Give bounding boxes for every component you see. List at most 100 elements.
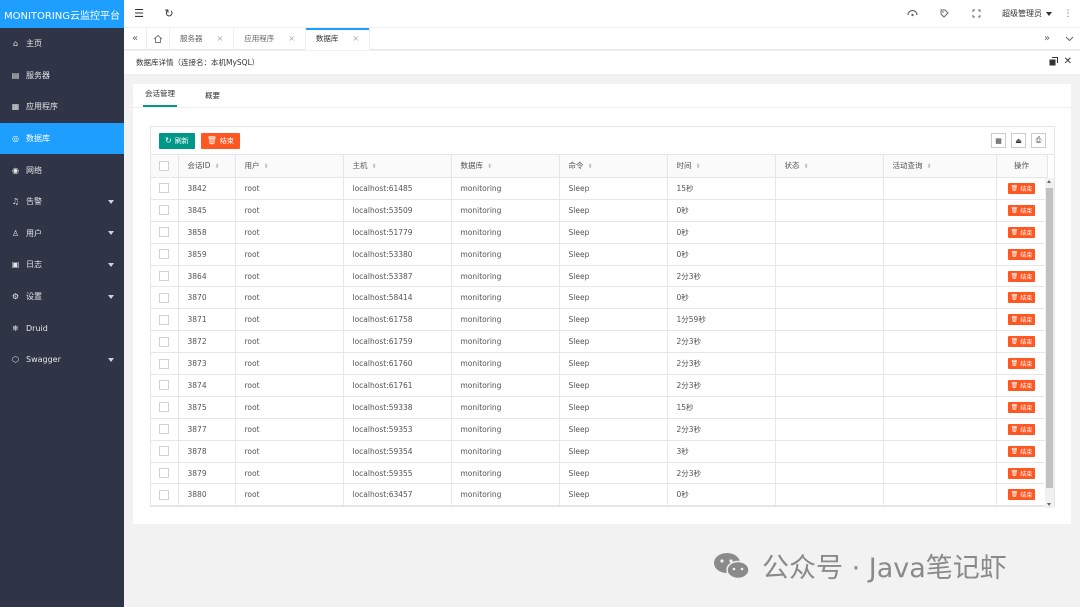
table-row[interactable]: 3875 root localhost:59338 monitoring Sleep 15…: [151, 396, 1048, 419]
row-checkbox[interactable]: [159, 489, 170, 500]
scroll-up-icon[interactable]: [1047, 180, 1051, 183]
theme-icon[interactable]: [896, 0, 928, 28]
row-checkbox[interactable]: [159, 424, 170, 435]
user-menu[interactable]: 超级管理员: [992, 8, 1056, 19]
kill-row-button[interactable]: 🗑 结束: [1007, 314, 1036, 326]
column-header-1[interactable]: 用户 ⬍: [235, 155, 344, 178]
page-tab-0[interactable]: 服务器 ×: [170, 27, 235, 50]
sidebar-item-4[interactable]: ◉ 网络: [0, 154, 124, 186]
sort-icon[interactable]: ⬍: [696, 163, 701, 170]
close-tab-icon[interactable]: ×: [288, 34, 295, 43]
row-checkbox[interactable]: [159, 380, 170, 391]
print-icon[interactable]: ⎙: [1031, 133, 1046, 148]
table-row[interactable]: 3870 root localhost:58414 monitoring Sleep 0秒…: [151, 286, 1048, 310]
sidebar-item-10[interactable]: ⬡ Swagger: [0, 344, 124, 376]
table-row[interactable]: 3873 root localhost:61760 monitoring Sleep 2分…: [151, 352, 1048, 376]
column-header-5[interactable]: 时间 ⬍: [667, 155, 776, 178]
row-checkbox[interactable]: [159, 314, 170, 325]
table-row[interactable]: 3859 root localhost:53380 monitoring Sleep 0秒…: [151, 243, 1048, 266]
row-checkbox[interactable]: [159, 205, 170, 216]
tabs-scroll-right-icon[interactable]: »: [1036, 28, 1058, 50]
close-tab-icon[interactable]: ×: [352, 34, 359, 43]
column-header-3[interactable]: 数据库 ⬍: [451, 155, 560, 178]
table-body-scroll[interactable]: 3842 root localhost:61485 monitoring Sleep 15…: [151, 177, 1054, 508]
tab-session-management[interactable]: 会话管理: [143, 88, 177, 107]
kill-row-button[interactable]: 🗑 结束: [1007, 489, 1036, 501]
scroll-down-icon[interactable]: [1047, 503, 1051, 506]
column-header-6[interactable]: 状态 ⬍: [775, 155, 884, 178]
app-logo[interactable]: MONITORING云监控平台: [0, 0, 124, 28]
kill-row-button[interactable]: 🗑 结束: [1007, 467, 1036, 479]
popout-icon[interactable]: [1049, 56, 1058, 69]
select-all-checkbox[interactable]: [159, 160, 170, 171]
row-checkbox[interactable]: [159, 227, 170, 238]
tag-icon[interactable]: [928, 0, 960, 28]
table-row[interactable]: 3871 root localhost:61758 monitoring Sleep 1分…: [151, 308, 1048, 332]
table-row[interactable]: 3878 root localhost:59354 monitoring Sleep 3秒…: [151, 440, 1048, 463]
sidebar-item-2[interactable]: ▦ 应用程序: [0, 91, 124, 123]
table-row[interactable]: 3879 root localhost:59355 monitoring Sleep 2分…: [151, 462, 1048, 485]
row-checkbox[interactable]: [159, 271, 170, 281]
menu-toggle-icon[interactable]: ☰: [124, 0, 154, 28]
sidebar-item-5[interactable]: ♫ 告警: [0, 186, 124, 218]
refresh-button[interactable]: ↻ 刷新: [159, 132, 195, 149]
column-header-2[interactable]: 主机 ⬍: [343, 155, 452, 178]
more-icon[interactable]: ⋮: [1056, 0, 1080, 28]
table-scrollbar[interactable]: [1045, 178, 1054, 508]
kill-row-button[interactable]: 🗑 结束: [1007, 401, 1036, 413]
row-checkbox[interactable]: [159, 358, 170, 369]
kill-row-button[interactable]: 🗑 结束: [1007, 379, 1036, 391]
table-row[interactable]: 3874 root localhost:61761 monitoring Sleep 2分…: [151, 374, 1048, 397]
sort-icon[interactable]: ⬍: [215, 163, 220, 170]
tab-overview[interactable]: 概要: [203, 90, 222, 107]
table-row[interactable]: 3880 root localhost:63457 monitoring Sleep 0秒…: [151, 483, 1048, 507]
column-header-0[interactable]: 会话ID ⬍: [178, 155, 236, 178]
kill-row-button[interactable]: 🗑 结束: [1007, 226, 1036, 238]
kill-row-button[interactable]: 🗑 结束: [1007, 182, 1036, 194]
kill-row-button[interactable]: 🗑 结束: [1007, 423, 1036, 435]
row-checkbox[interactable]: [159, 183, 170, 194]
home-tab-icon[interactable]: [146, 27, 170, 50]
table-row[interactable]: 3872 root localhost:61759 monitoring Sleep 2分…: [151, 330, 1048, 354]
sidebar-item-1[interactable]: ▤ 服务器: [0, 60, 124, 92]
tabs-menu-chevron-icon[interactable]: [1058, 28, 1080, 50]
sidebar-item-9[interactable]: ❄ Druid: [0, 312, 124, 344]
column-header-7[interactable]: 活动查询 ⬍: [883, 155, 997, 178]
kill-session-button[interactable]: 🗑 结束: [200, 132, 240, 149]
row-checkbox[interactable]: [159, 336, 170, 347]
sort-icon[interactable]: ⬍: [804, 163, 809, 170]
sidebar-item-6[interactable]: ♙ 用户: [0, 218, 124, 250]
kill-row-button[interactable]: 🗑 结束: [1007, 248, 1036, 260]
table-row[interactable]: 3864 root localhost:53387 monitoring Sleep 2分…: [151, 265, 1048, 288]
kill-row-button[interactable]: 🗑 结束: [1007, 336, 1036, 348]
table-row[interactable]: 3858 root localhost:51779 monitoring Sleep 0秒…: [151, 221, 1048, 244]
page-tab-1[interactable]: 应用程序 ×: [234, 27, 306, 50]
export-icon[interactable]: ⏏: [1011, 133, 1026, 148]
row-checkbox[interactable]: [159, 249, 170, 260]
columns-filter-icon[interactable]: ▦: [991, 133, 1006, 148]
kill-row-button[interactable]: 🗑 结束: [1007, 270, 1036, 282]
kill-row-button[interactable]: 🗑 结束: [1007, 292, 1036, 304]
kill-row-button[interactable]: 🗑 结束: [1007, 445, 1036, 457]
row-checkbox[interactable]: [159, 446, 170, 457]
row-checkbox[interactable]: [159, 402, 170, 413]
sort-icon[interactable]: ⬍: [372, 163, 377, 170]
sort-icon[interactable]: ⬍: [588, 163, 593, 170]
table-row[interactable]: 3845 root localhost:53509 monitoring Sleep 0秒…: [151, 199, 1048, 222]
column-header-4[interactable]: 命令 ⬍: [559, 155, 668, 178]
sidebar-item-3[interactable]: ◎ 数据库: [0, 122, 124, 155]
close-icon[interactable]: ✕: [1064, 56, 1072, 69]
close-tab-icon[interactable]: ×: [217, 34, 224, 43]
row-checkbox[interactable]: [159, 468, 170, 479]
sort-icon[interactable]: ⬍: [487, 163, 492, 170]
scrollbar-thumb[interactable]: [1046, 188, 1053, 488]
fullscreen-icon[interactable]: [960, 0, 992, 28]
kill-row-button[interactable]: 🗑 结束: [1007, 358, 1036, 370]
kill-row-button[interactable]: 🗑 结束: [1007, 204, 1036, 216]
sort-icon[interactable]: ⬍: [264, 163, 269, 170]
page-tab-2[interactable]: 数据库 ×: [305, 27, 371, 50]
refresh-icon[interactable]: ↻: [154, 0, 184, 28]
table-row[interactable]: 3877 root localhost:59353 monitoring Sleep 2分…: [151, 418, 1048, 441]
sidebar-item-8[interactable]: ⚙ 设置: [0, 281, 124, 313]
table-row[interactable]: 3842 root localhost:61485 monitoring Sleep 15…: [151, 177, 1048, 200]
